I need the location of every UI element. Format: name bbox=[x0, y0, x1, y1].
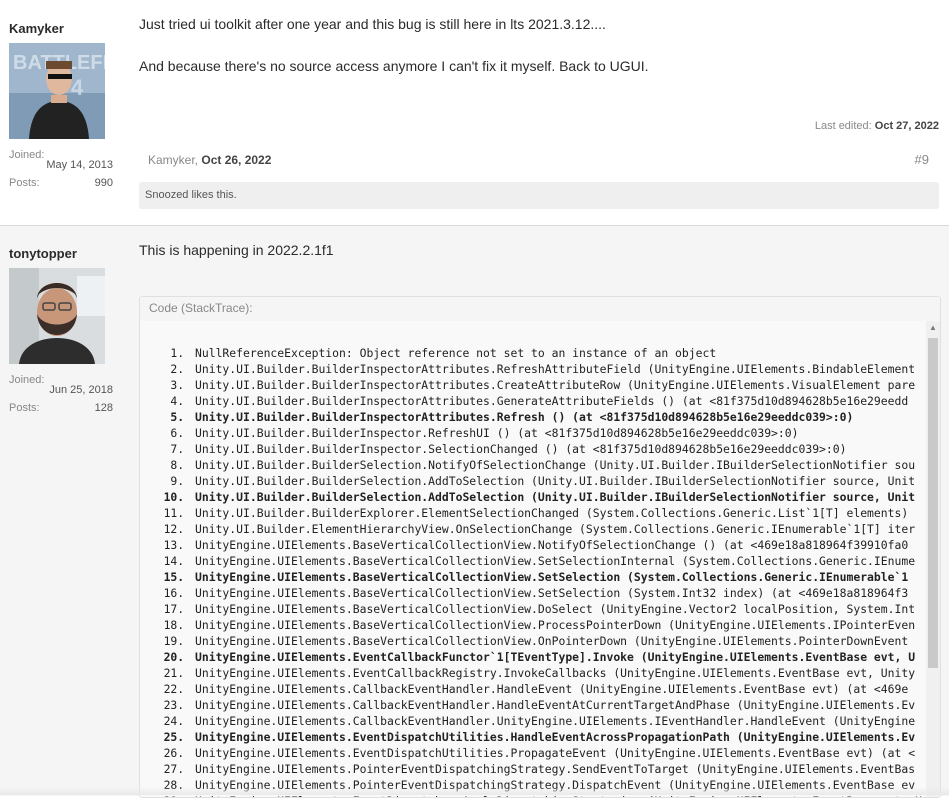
posts-stat: Posts: 128 bbox=[9, 402, 113, 418]
code-line: Unity.UI.Builder.BuilderInspectorAttribu… bbox=[191, 393, 926, 409]
last-edited-date[interactable]: Oct 27, 2022 bbox=[875, 120, 939, 132]
code-line: UnityEngine.UIElements.CallbackEventHand… bbox=[191, 713, 926, 729]
user-info: tonytopper Joined: Jun 25, 2018 Posts: 1… bbox=[9, 246, 113, 418]
code-line: Unity.UI.Builder.BuilderInspector.Select… bbox=[191, 441, 926, 457]
code-line: Unity.UI.Builder.BuilderSelection.AddToS… bbox=[191, 473, 926, 489]
code-line: UnityEngine.UIElements.PointerEventDispa… bbox=[191, 761, 926, 777]
code-line: UnityEngine.UIElements.BaseVerticalColle… bbox=[191, 617, 926, 633]
last-edited: Last edited: Oct 27, 2022 bbox=[815, 120, 939, 132]
posts-label: Posts: bbox=[9, 177, 40, 189]
posts-stat: Posts: 990 bbox=[9, 177, 113, 193]
code-line: UnityEngine.UIElements.EventCallbackFunc… bbox=[191, 649, 926, 665]
code-line: UnityEngine.UIElements.EventDispatchUtil… bbox=[191, 729, 926, 745]
code-line: UnityEngine.UIElements.BaseVerticalColle… bbox=[191, 601, 926, 617]
posts-count: 990 bbox=[94, 177, 113, 189]
code-line: Unity.UI.Builder.BuilderInspectorAttribu… bbox=[191, 409, 926, 425]
username[interactable]: Kamyker bbox=[9, 21, 113, 36]
joined-value: Jun 25, 2018 bbox=[49, 384, 113, 396]
footer-author[interactable]: Kamyker, bbox=[148, 153, 198, 167]
posts-count: 128 bbox=[94, 402, 113, 414]
likes-bar[interactable]: Snoozed likes this. bbox=[139, 182, 939, 209]
message-text: This is happening in 2022.2.1f1 bbox=[139, 242, 334, 258]
code-line: UnityEngine.UIElements.EventCallbackRegi… bbox=[191, 665, 926, 681]
code-line: Unity.UI.Builder.BuilderExplorer.Element… bbox=[191, 505, 926, 521]
message-line: And because there's no source access any… bbox=[139, 58, 649, 74]
code-block: Code (StackTrace): NullReferenceExceptio… bbox=[139, 296, 941, 798]
scroll-up-icon[interactable]: ▲ bbox=[929, 323, 937, 332]
post-number[interactable]: #9 bbox=[915, 152, 929, 167]
message-body: This is happening in 2022.2.1f1 bbox=[139, 240, 939, 260]
username[interactable]: tonytopper bbox=[9, 246, 113, 261]
code-line: UnityEngine.UIElements.BaseVerticalColle… bbox=[191, 585, 926, 601]
code-line: Unity.UI.Builder.BuilderInspectorAttribu… bbox=[191, 377, 926, 393]
code-line: UnityEngine.UIElements.BaseVerticalColle… bbox=[191, 569, 926, 585]
avatar[interactable] bbox=[9, 268, 105, 364]
joined-label: Joined: bbox=[9, 149, 45, 161]
joined-label: Joined: bbox=[9, 374, 45, 386]
message-body: Just tried ui toolkit after one year and… bbox=[139, 14, 939, 76]
posts-label: Posts: bbox=[9, 402, 40, 414]
code-line: UnityEngine.UIElements.CallbackEventHand… bbox=[191, 697, 926, 713]
code-line: UnityEngine.UIElements.BaseVerticalColle… bbox=[191, 553, 926, 569]
code-scrollbar[interactable]: ▲ bbox=[926, 321, 940, 797]
user-info: Kamyker BATTLEFI 4 Joined: May 14, 2013 … bbox=[9, 21, 113, 193]
post-footer: Kamyker, Oct 26, 2022 bbox=[148, 153, 271, 167]
code-line: UnityEngine.UIElements.BaseVerticalColle… bbox=[191, 633, 926, 649]
post-kamyker: Kamyker BATTLEFI 4 Joined: May 14, 2013 … bbox=[0, 0, 949, 222]
post-tonytopper: tonytopper Joined: Jun 25, 2018 Posts: 1… bbox=[0, 225, 949, 798]
code-line: Unity.UI.Builder.BuilderInspectorAttribu… bbox=[191, 361, 926, 377]
code-lines: NullReferenceException: Object reference… bbox=[140, 321, 926, 797]
code-line: UnityEngine.UIElements.EventDispatchUtil… bbox=[191, 745, 926, 761]
scrollbar-thumb[interactable] bbox=[928, 338, 938, 668]
joined-stat: Joined: May 14, 2013 bbox=[9, 149, 113, 171]
code-line: UnityEngine.UIElements.BaseVerticalColle… bbox=[191, 537, 926, 553]
last-edited-label: Last edited: bbox=[814, 120, 872, 132]
code-scroll-area[interactable]: NullReferenceException: Object reference… bbox=[140, 321, 926, 797]
post-date[interactable]: Oct 26, 2022 bbox=[201, 153, 271, 167]
code-line: UnityEngine.UIElements.CallbackEventHand… bbox=[191, 681, 926, 697]
code-line: Unity.UI.Builder.ElementHierarchyView.On… bbox=[191, 521, 926, 537]
code-line: Unity.UI.Builder.BuilderSelection.AddToS… bbox=[191, 489, 926, 505]
code-line: Unity.UI.Builder.BuilderSelection.Notify… bbox=[191, 457, 926, 473]
code-header: Code (StackTrace): bbox=[140, 297, 940, 322]
code-line: Unity.UI.Builder.BuilderInspector.Refres… bbox=[191, 425, 926, 441]
message-line: Just tried ui toolkit after one year and… bbox=[139, 16, 606, 32]
joined-stat: Joined: Jun 25, 2018 bbox=[9, 374, 113, 396]
avatar[interactable]: BATTLEFI 4 bbox=[9, 43, 105, 139]
svg-text:4: 4 bbox=[71, 75, 84, 100]
bottom-fade bbox=[0, 787, 949, 795]
joined-value: May 14, 2013 bbox=[46, 159, 113, 171]
code-line: NullReferenceException: Object reference… bbox=[191, 345, 926, 361]
